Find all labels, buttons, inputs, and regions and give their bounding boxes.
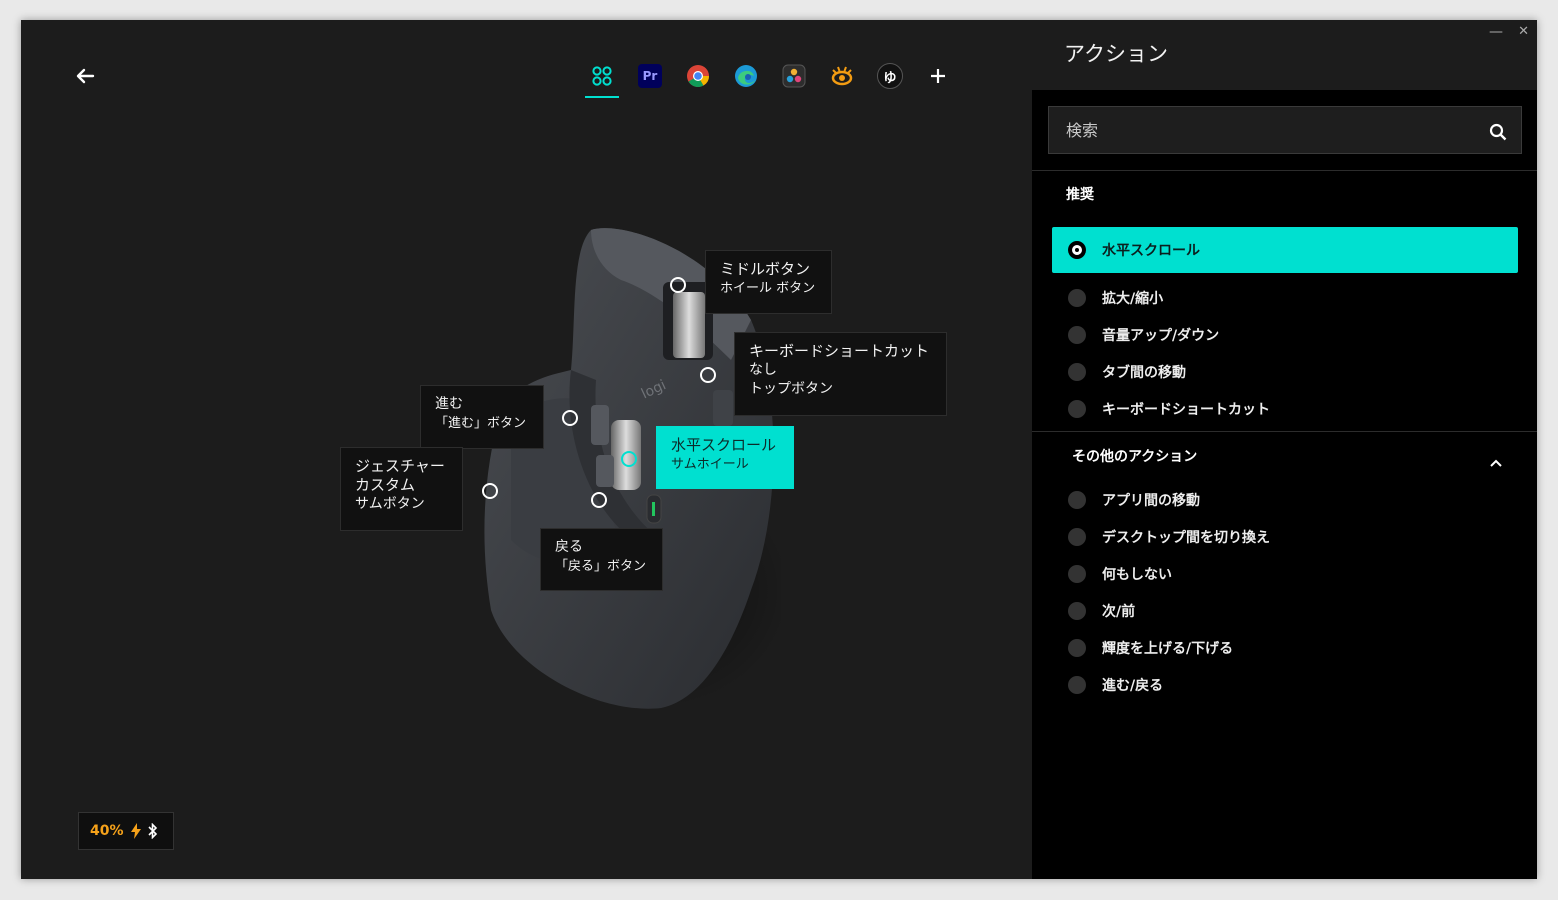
radio-icon <box>1068 565 1086 583</box>
callout-line: なし <box>749 362 777 378</box>
tab-davinci[interactable] <box>777 60 811 92</box>
action-label: 水平スクロール <box>1102 243 1200 259</box>
actions-panel: アクション — ✕ 推奨 水平スクロール 拡大/縮小 音量アップ/ダウン タブ間… <box>1032 20 1537 879</box>
edge-icon <box>735 65 757 87</box>
action-nothing[interactable]: 何もしない <box>1068 559 1172 589</box>
action-label: 拡大/縮小 <box>1102 291 1164 307</box>
tab-yu[interactable]: ゆ <box>873 60 907 92</box>
search-input[interactable] <box>1064 119 1468 141</box>
action-next-prev[interactable]: 次/前 <box>1068 596 1135 626</box>
action-brightness[interactable]: 輝度を上げる/下げる <box>1068 633 1233 663</box>
battery-percent: 40% <box>90 823 124 839</box>
callout-line: サムボタン <box>355 496 425 512</box>
callout-line: キーボードショートカット <box>749 342 930 360</box>
tab-chrome[interactable] <box>681 60 715 92</box>
callout-line: ジェスチャー <box>355 457 445 475</box>
radio-icon <box>1068 363 1086 381</box>
callout-line: ホイール ボタン <box>720 281 816 296</box>
bluetooth-icon <box>147 823 157 839</box>
radio-icon <box>1068 400 1086 418</box>
other-actions-heading[interactable]: その他のアクション <box>1072 446 1197 466</box>
gesture-button-hotspot[interactable] <box>482 483 498 499</box>
minimize-icon[interactable]: — <box>1489 24 1503 40</box>
action-label: 次/前 <box>1102 604 1136 620</box>
radio-icon <box>1068 528 1086 546</box>
callout-line: 「進む」ボタン <box>435 416 527 431</box>
tab-xnview[interactable] <box>825 60 859 92</box>
search-icon[interactable] <box>1489 123 1507 141</box>
back-arrow-icon[interactable] <box>73 64 97 88</box>
action-zoom[interactable]: 拡大/縮小 <box>1068 283 1163 313</box>
add-app-button[interactable] <box>921 60 955 92</box>
action-label: 何もしない <box>1102 567 1172 583</box>
forward-button-hotspot[interactable] <box>562 410 578 426</box>
panel-title: アクション <box>1064 42 1168 66</box>
radio-icon <box>1068 326 1086 344</box>
action-app-switch[interactable]: アプリ間の移動 <box>1068 485 1200 515</box>
all-apps-icon <box>592 66 612 86</box>
callout-line: 「戻る」ボタン <box>555 559 647 574</box>
yu-app-icon: ゆ <box>877 63 903 89</box>
action-horizontal-scroll[interactable]: 水平スクロール <box>1052 227 1518 273</box>
tab-all-apps[interactable] <box>585 60 619 98</box>
callout-line: ミドルボタン <box>720 260 811 278</box>
action-label: アプリ間の移動 <box>1102 493 1200 509</box>
radio-icon <box>1068 676 1086 694</box>
thumbwheel-hotspot[interactable] <box>621 451 637 467</box>
battery-status: 40% <box>78 812 174 850</box>
davinci-resolve-icon <box>782 64 806 88</box>
callout-line: サムホイール <box>671 457 749 472</box>
premiere-icon: Pr <box>638 64 662 88</box>
callout-middle-button[interactable]: ミドルボタン ホイール ボタン <box>705 250 832 314</box>
action-volume[interactable]: 音量アップ/ダウン <box>1068 320 1219 350</box>
callout-line: 戻る <box>555 539 583 555</box>
action-label: 音量アップ/ダウン <box>1102 328 1220 344</box>
recommended-heading: 推奨 <box>1066 187 1094 203</box>
callout-back-button[interactable]: 戻る 「戻る」ボタン <box>540 528 663 591</box>
radio-icon <box>1068 289 1086 307</box>
action-label: 輝度を上げる/下げる <box>1102 641 1234 657</box>
close-icon[interactable]: ✕ <box>1518 24 1529 39</box>
top-button-hotspot[interactable] <box>700 367 716 383</box>
xnview-icon <box>831 66 853 86</box>
callout-forward-button[interactable]: 進む 「進む」ボタン <box>420 385 544 449</box>
action-label: キーボードショートカット <box>1102 402 1270 418</box>
mouse-config-area: Pr ゆ logi ミドルボタン ホイール ボタン キーボードショートカット な… <box>21 20 1032 879</box>
chevron-up-icon[interactable] <box>1489 456 1503 470</box>
action-forward-back[interactable]: 進む/戻る <box>1068 670 1163 700</box>
callout-line: 水平スクロール <box>671 436 777 454</box>
divider <box>1032 431 1537 432</box>
action-label: 進む/戻る <box>1102 678 1164 694</box>
action-tab-switch[interactable]: タブ間の移動 <box>1068 357 1186 387</box>
plus-icon <box>931 69 945 83</box>
back-button-hotspot[interactable] <box>591 492 607 508</box>
callout-thumbwheel[interactable]: 水平スクロール サムホイール <box>656 426 794 489</box>
radio-icon <box>1068 491 1086 509</box>
callout-top-button[interactable]: キーボードショートカット なし トップボタン <box>734 332 947 416</box>
callout-gesture-button[interactable]: ジェスチャー カスタム サムボタン <box>340 447 463 531</box>
divider <box>1032 170 1537 171</box>
action-label: デスクトップ間を切り換え <box>1102 530 1270 546</box>
callout-line: 進む <box>435 396 463 412</box>
search-box <box>1048 106 1522 154</box>
radio-selected-icon <box>1068 241 1086 259</box>
charging-bolt-icon <box>130 823 141 839</box>
tab-edge[interactable] <box>729 60 763 92</box>
tab-premiere[interactable]: Pr <box>633 60 667 92</box>
radio-icon <box>1068 639 1086 657</box>
app-window: Pr ゆ logi ミドルボタン ホイール ボタン キーボードショートカット な… <box>21 20 1537 879</box>
radio-icon <box>1068 602 1086 620</box>
callout-line: カスタム <box>355 476 416 494</box>
action-desktop-switch[interactable]: デスクトップ間を切り換え <box>1068 522 1270 552</box>
chrome-icon <box>687 65 709 87</box>
action-keyboard-shortcut[interactable]: キーボードショートカット <box>1068 394 1270 424</box>
callout-line: トップボタン <box>749 381 833 397</box>
middle-button-hotspot[interactable] <box>670 277 686 293</box>
action-label: タブ間の移動 <box>1102 365 1186 381</box>
